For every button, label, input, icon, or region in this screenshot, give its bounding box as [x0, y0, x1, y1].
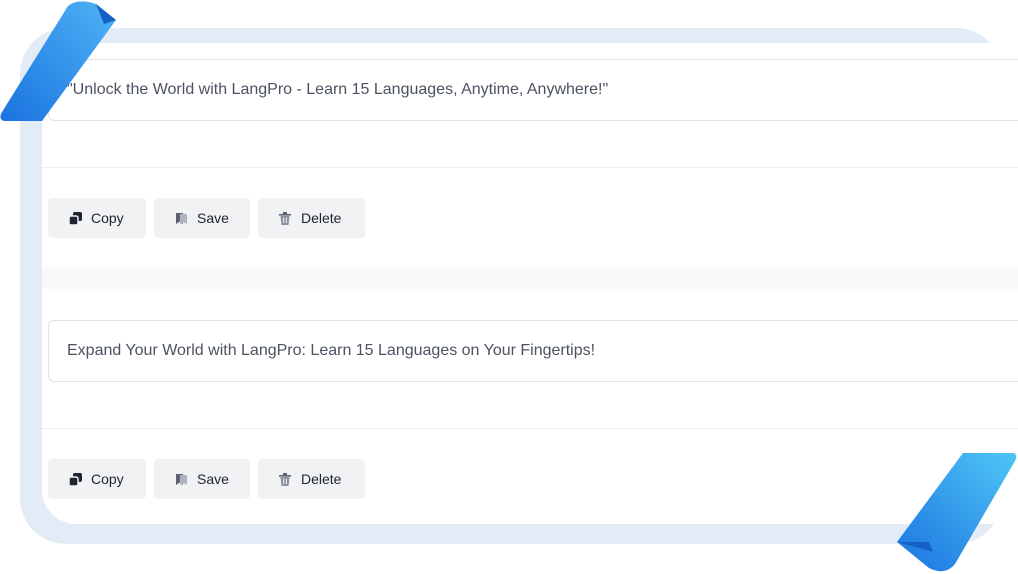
- result-1-actions: Copy Save Delete: [48, 198, 365, 238]
- copy-label-1: Copy: [91, 210, 124, 226]
- copy-icon: [68, 472, 82, 486]
- bookmark-icon: [174, 472, 188, 486]
- copy-button-1[interactable]: Copy: [48, 198, 146, 238]
- divider-2: [42, 428, 1018, 429]
- delete-label-1: Delete: [301, 210, 342, 226]
- delete-button-1[interactable]: Delete: [258, 198, 365, 238]
- ribbon-top-left-decoration: [0, 1, 116, 121]
- result-text-2[interactable]: Expand Your World with LangPro: Learn 15…: [48, 320, 1018, 382]
- section-separator: [42, 267, 1018, 289]
- copy-icon: [68, 211, 82, 225]
- save-label-2: Save: [197, 471, 229, 487]
- result-text-1-content: "Unlock the World with LangPro - Learn 1…: [67, 81, 609, 98]
- copy-button-2[interactable]: Copy: [48, 459, 146, 499]
- trash-icon: [278, 211, 292, 225]
- ribbon-bottom-right-decoration: [897, 453, 1017, 572]
- divider-1: [42, 167, 1018, 168]
- result-text-1[interactable]: "Unlock the World with LangPro - Learn 1…: [48, 59, 1018, 121]
- delete-label-2: Delete: [301, 471, 342, 487]
- save-button-1[interactable]: Save: [154, 198, 250, 238]
- delete-button-2[interactable]: Delete: [258, 459, 365, 499]
- copy-label-2: Copy: [91, 471, 124, 487]
- bookmark-icon: [174, 211, 188, 225]
- result-text-2-content: Expand Your World with LangPro: Learn 15…: [67, 342, 596, 359]
- save-button-2[interactable]: Save: [154, 459, 250, 499]
- results-card: "Unlock the World with LangPro - Learn 1…: [42, 43, 1018, 524]
- save-label-1: Save: [197, 210, 229, 226]
- result-2-actions: Copy Save Delete: [48, 459, 365, 499]
- trash-icon: [278, 472, 292, 486]
